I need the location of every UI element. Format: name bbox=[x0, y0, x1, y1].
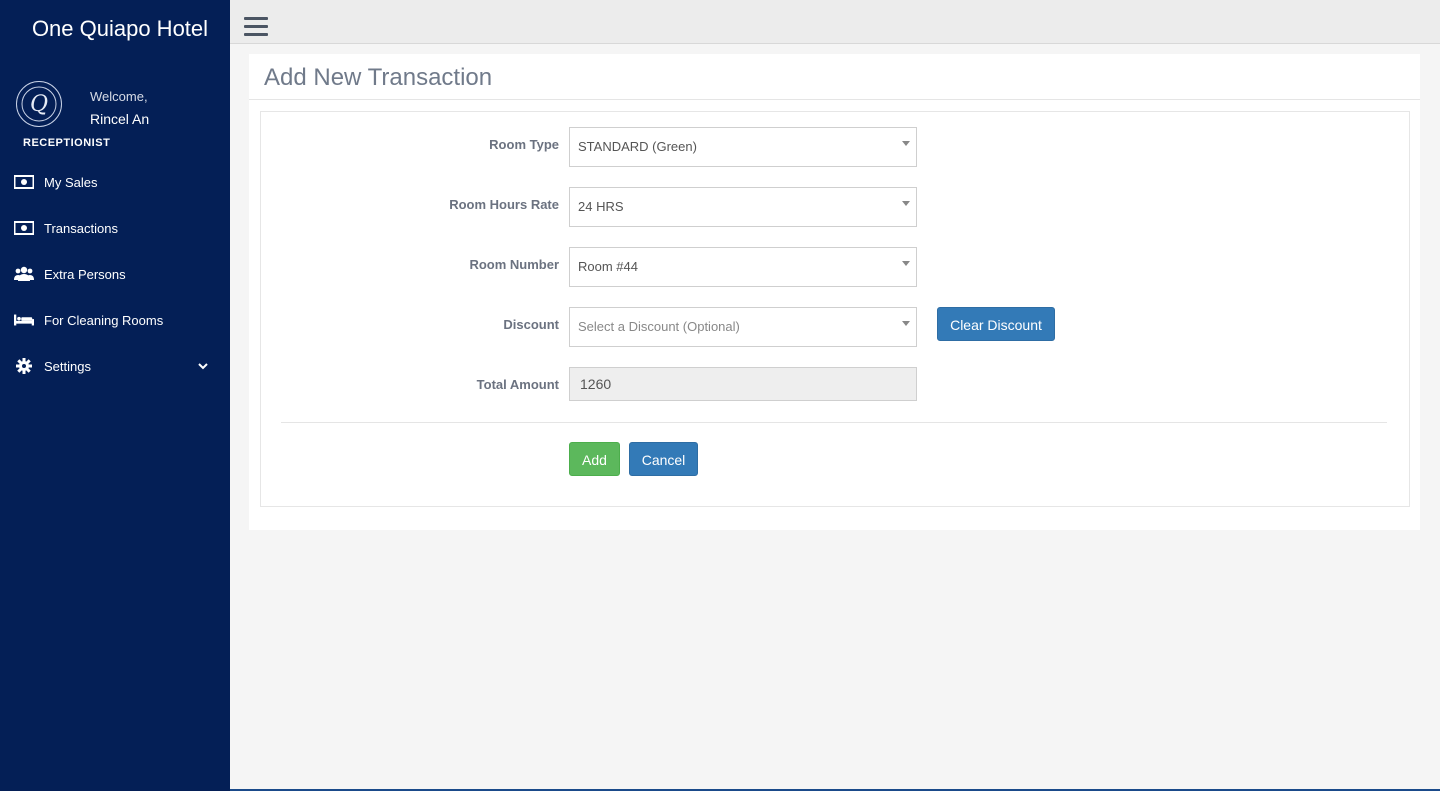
sidebar-item-transactions[interactable]: Transactions bbox=[0, 205, 230, 251]
page-title: Add New Transaction bbox=[264, 64, 493, 91]
total-amount-row: Total Amount 1260 bbox=[261, 367, 1409, 407]
caret-down-icon bbox=[902, 141, 910, 146]
transaction-form: Room Type STANDARD (Green) Room Hours Ra… bbox=[260, 111, 1410, 507]
brand-title[interactable]: One Quiapo Hotel bbox=[0, 16, 240, 42]
cancel-button[interactable]: Cancel bbox=[629, 442, 698, 476]
room-number-row: Room Number Room #44 bbox=[261, 247, 1409, 287]
sidebar-item-label: My Sales bbox=[44, 174, 98, 190]
hotel-logo-icon: Q bbox=[21, 86, 57, 122]
caret-down-icon bbox=[902, 201, 910, 206]
clear-discount-button[interactable]: Clear Discount bbox=[937, 307, 1055, 341]
room-hours-rate-label: Room Hours Rate bbox=[449, 197, 559, 212]
sidebar-item-extra-persons[interactable]: Extra Persons bbox=[0, 251, 230, 297]
sidebar-item-label: Extra Persons bbox=[44, 266, 126, 282]
gear-icon bbox=[14, 358, 34, 374]
discount-placeholder: Select a Discount (Optional) bbox=[578, 319, 740, 334]
room-number-select[interactable]: Room #44 bbox=[569, 247, 917, 287]
add-button[interactable]: Add bbox=[569, 442, 620, 476]
discount-select[interactable]: Select a Discount (Optional) bbox=[569, 307, 917, 347]
chevron-down-icon bbox=[198, 358, 208, 373]
room-number-value: Room #44 bbox=[578, 259, 638, 274]
transaction-panel: Add New Transaction Room Type STANDARD (… bbox=[249, 54, 1420, 530]
sidebar-item-label: For Cleaning Rooms bbox=[44, 312, 164, 328]
sidebar-item-label: Transactions bbox=[44, 220, 118, 236]
discount-row: Discount Select a Discount (Optional) Cl… bbox=[261, 307, 1409, 347]
room-type-value: STANDARD (Green) bbox=[578, 139, 697, 154]
svg-text:Q: Q bbox=[30, 92, 48, 117]
user-role: RECEPTIONIST bbox=[23, 137, 111, 149]
room-hours-rate-select[interactable]: 24 HRS bbox=[569, 187, 917, 227]
avatar: Q bbox=[16, 81, 62, 127]
sidebar-item-label: Settings bbox=[44, 358, 91, 374]
bed-icon bbox=[14, 312, 34, 328]
total-amount-field[interactable]: 1260 bbox=[569, 367, 917, 401]
sidebar-item-for-cleaning-rooms[interactable]: For Cleaning Rooms bbox=[0, 297, 230, 343]
total-amount-label: Total Amount bbox=[476, 377, 559, 392]
room-hours-rate-value: 24 HRS bbox=[578, 199, 624, 214]
sidebar-item-my-sales[interactable]: My Sales bbox=[0, 159, 230, 205]
money-icon bbox=[14, 174, 34, 190]
panel-header: Add New Transaction bbox=[249, 54, 1420, 100]
room-type-select[interactable]: STANDARD (Green) bbox=[569, 127, 917, 167]
room-type-row: Room Type STANDARD (Green) bbox=[261, 127, 1409, 167]
sidebar-item-settings[interactable]: Settings bbox=[0, 343, 230, 389]
money-icon bbox=[14, 220, 34, 236]
sidebar-menu: My Sales Transactions Extra Persons For … bbox=[0, 159, 230, 389]
room-hours-rate-row: Room Hours Rate 24 HRS bbox=[261, 187, 1409, 227]
user-name: Rincel An bbox=[90, 111, 150, 127]
form-divider bbox=[281, 422, 1387, 423]
caret-down-icon bbox=[902, 321, 910, 326]
welcome-text: Welcome, bbox=[90, 89, 148, 104]
discount-label: Discount bbox=[503, 317, 559, 332]
users-icon bbox=[14, 266, 34, 282]
caret-down-icon bbox=[902, 261, 910, 266]
room-type-label: Room Type bbox=[489, 137, 559, 152]
room-number-label: Room Number bbox=[469, 257, 559, 272]
top-bar bbox=[230, 0, 1440, 44]
menu-toggle-icon[interactable] bbox=[244, 17, 268, 37]
sidebar: One Quiapo Hotel Q Welcome, Rincel An RE… bbox=[0, 0, 230, 791]
